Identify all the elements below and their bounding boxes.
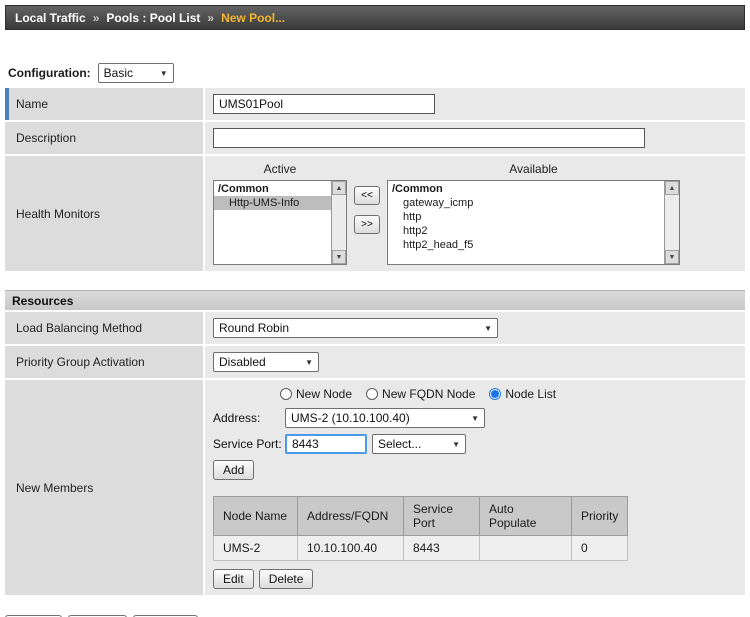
load-balancing-label: Load Balancing Method — [16, 321, 142, 335]
edit-member-button[interactable]: Edit — [213, 569, 254, 589]
radio-new-node-label: New Node — [296, 387, 352, 401]
priority-group-select-value: Disabled — [219, 355, 266, 369]
priority-group-label-cell: Priority Group Activation — [5, 346, 205, 378]
health-monitors-row: Health Monitors Active /Common Http-UMS-… — [5, 156, 745, 273]
available-list-scrollbar[interactable]: ▲ ▼ — [664, 181, 679, 264]
chevron-down-icon: ▼ — [305, 358, 313, 367]
scroll-up-icon[interactable]: ▲ — [665, 181, 679, 195]
list-item[interactable]: /Common — [388, 182, 664, 196]
col-service-port: Service Port — [404, 497, 480, 536]
address-label: Address: — [213, 411, 285, 425]
breadcrumb-local-traffic[interactable]: Local Traffic — [15, 11, 86, 25]
radio-new-fqdn-node-label: New FQDN Node — [382, 387, 475, 401]
required-marker — [5, 88, 9, 120]
new-members-row: New Members New Node New FQDN Node Node … — [5, 380, 745, 597]
members-table-header-row: Node Name Address/FQDN Service Port Auto… — [214, 497, 628, 536]
cell-priority: 0 — [572, 536, 628, 561]
cell-auto-populate — [480, 536, 572, 561]
list-item[interactable]: gateway_icmp — [388, 196, 664, 210]
name-row: Name — [5, 88, 745, 122]
breadcrumb-separator: » — [93, 11, 100, 25]
description-row: Description — [5, 122, 745, 156]
chevron-down-icon: ▼ — [160, 69, 168, 78]
breadcrumb-pool-list[interactable]: Pools : Pool List — [106, 11, 200, 25]
name-label-cell: Name — [5, 88, 205, 120]
active-list-title: Active — [213, 160, 347, 180]
service-port-select[interactable]: Select... ▼ — [372, 434, 466, 454]
radio-new-fqdn-node[interactable]: New FQDN Node — [366, 387, 475, 401]
scroll-down-icon[interactable]: ▼ — [332, 250, 346, 264]
cell-node-name: UMS-2 — [214, 536, 298, 561]
service-port-input[interactable] — [285, 434, 367, 454]
priority-group-row: Priority Group Activation Disabled ▼ — [5, 346, 745, 380]
radio-node-list-label: Node List — [505, 387, 556, 401]
table-row[interactable]: UMS-2 10.10.100.40 8443 0 — [214, 536, 628, 561]
add-member-button[interactable]: Add — [213, 460, 254, 480]
active-list-scrollbar[interactable]: ▲ ▼ — [331, 181, 346, 264]
list-item[interactable]: http2_head_f5 — [388, 238, 664, 252]
breadcrumb-separator: » — [207, 11, 214, 25]
description-input[interactable] — [213, 128, 645, 148]
col-priority: Priority — [572, 497, 628, 536]
service-port-label: Service Port: — [213, 437, 285, 451]
available-list-title: Available — [387, 160, 680, 180]
member-type-radio-group: New Node New FQDN Node Node List — [280, 386, 737, 402]
resources-section-header: Resources — [5, 290, 745, 312]
breadcrumb-current-new-pool: New Pool... — [221, 11, 285, 25]
new-pool-page: Local Traffic » Pools : Pool List » New … — [0, 0, 750, 617]
col-address-fqdn: Address/FQDN — [298, 497, 404, 536]
load-balancing-label-cell: Load Balancing Method — [5, 312, 205, 344]
priority-group-select[interactable]: Disabled ▼ — [213, 352, 319, 372]
address-select-value: UMS-2 (10.10.100.40) — [291, 411, 410, 425]
breadcrumb: Local Traffic » Pools : Pool List » New … — [5, 5, 745, 30]
members-table: Node Name Address/FQDN Service Port Auto… — [213, 496, 628, 561]
radio-icon — [366, 388, 378, 400]
general-properties-form: Name Description Health Monitors Active — [5, 88, 745, 273]
scroll-up-icon[interactable]: ▲ — [332, 181, 346, 195]
load-balancing-select[interactable]: Round Robin ▼ — [213, 318, 498, 338]
description-label: Description — [16, 131, 76, 145]
move-to-active-button[interactable]: << — [354, 186, 380, 205]
chevron-down-icon: ▼ — [452, 440, 460, 449]
radio-new-node[interactable]: New Node — [280, 387, 352, 401]
name-input[interactable] — [213, 94, 435, 114]
cell-address-fqdn: 10.10.100.40 — [298, 536, 404, 561]
priority-group-label: Priority Group Activation — [16, 355, 145, 369]
available-monitors-listbox[interactable]: /Common gateway_icmp http http2 http2_he… — [387, 180, 680, 265]
load-balancing-row: Load Balancing Method Round Robin ▼ — [5, 312, 745, 346]
list-item[interactable]: http — [388, 210, 664, 224]
configuration-row: Configuration: Basic ▼ — [8, 62, 745, 84]
configuration-select[interactable]: Basic ▼ — [98, 63, 174, 83]
new-members-label: New Members — [16, 481, 93, 495]
resources-title: Resources — [12, 294, 73, 308]
move-to-available-button[interactable]: >> — [354, 215, 380, 234]
scroll-down-icon[interactable]: ▼ — [665, 250, 679, 264]
col-auto-populate: Auto Populate — [480, 497, 572, 536]
new-members-label-cell: New Members — [5, 380, 205, 595]
service-port-select-value: Select... — [378, 437, 421, 451]
cell-service-port: 8443 — [404, 536, 480, 561]
list-item[interactable]: Http-UMS-Info — [214, 196, 331, 210]
radio-icon — [280, 388, 292, 400]
load-balancing-select-value: Round Robin — [219, 321, 289, 335]
chevron-down-icon: ▼ — [484, 324, 492, 333]
list-item[interactable]: /Common — [214, 182, 331, 196]
address-select[interactable]: UMS-2 (10.10.100.40) ▼ — [285, 408, 485, 428]
configuration-label: Configuration: — [8, 66, 91, 80]
configuration-select-value: Basic — [104, 66, 133, 80]
delete-member-button[interactable]: Delete — [259, 569, 314, 589]
health-monitors-label-cell: Health Monitors — [5, 156, 205, 271]
list-item[interactable]: http2 — [388, 224, 664, 238]
health-monitors-label: Health Monitors — [16, 207, 100, 221]
chevron-down-icon: ▼ — [471, 414, 479, 423]
active-monitors-listbox[interactable]: /Common Http-UMS-Info ▲ ▼ — [213, 180, 347, 265]
radio-icon — [489, 388, 501, 400]
col-node-name: Node Name — [214, 497, 298, 536]
name-label: Name — [16, 97, 48, 111]
radio-node-list[interactable]: Node List — [489, 387, 556, 401]
description-label-cell: Description — [5, 122, 205, 154]
